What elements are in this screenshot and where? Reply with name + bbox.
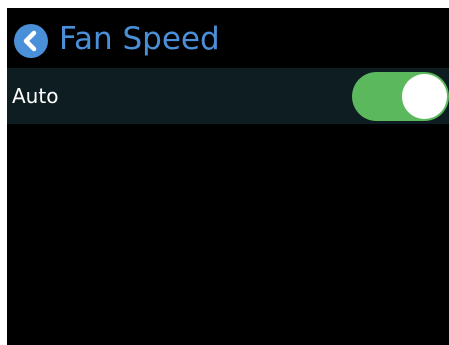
chevron-left-icon: [23, 30, 37, 52]
setting-row-auto: Auto: [7, 68, 449, 124]
header: Fan Speed: [7, 8, 449, 68]
toggle-knob[interactable]: [402, 74, 447, 119]
page-title: Fan Speed: [59, 21, 220, 57]
back-button[interactable]: [14, 24, 48, 58]
device-screen: Fan Speed Auto: [7, 8, 449, 345]
auto-toggle[interactable]: [352, 72, 449, 121]
setting-label: Auto: [12, 84, 59, 108]
